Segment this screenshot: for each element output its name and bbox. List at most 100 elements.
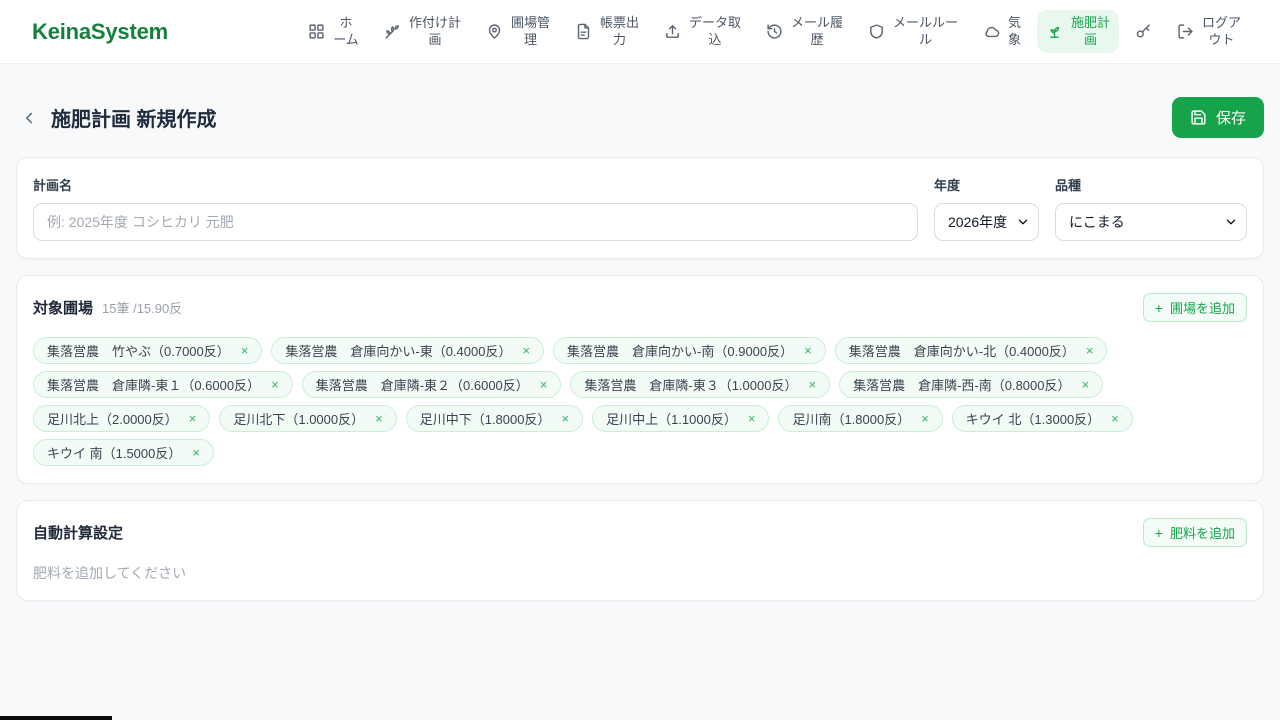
history-icon — [767, 24, 782, 39]
nav-item-report-output[interactable]: 帳票出力 — [566, 10, 648, 53]
nav-item-label: メールルール — [893, 14, 959, 47]
field-tag: キウイ 北（1.3000反） × — [951, 405, 1133, 432]
field-tag-label: 足川北下（1.0000反） — [233, 412, 365, 427]
grid-icon — [309, 24, 324, 39]
add-fertilizer-button[interactable]: + 肥料を追加 — [1142, 518, 1247, 547]
add-field-button-label: 圃場を追加 — [1169, 301, 1235, 316]
plus-icon: + — [1154, 524, 1163, 541]
nav-item-planting-plan[interactable]: 作付け計画 — [375, 10, 470, 53]
field-tag: キウイ 南（1.5000反） × — [33, 439, 214, 466]
remove-field-button[interactable]: × — [271, 378, 279, 391]
remove-field-button[interactable]: × — [189, 412, 197, 425]
field-tag-label: 集落営農 竹やぶ（0.7000反） — [47, 344, 230, 359]
remove-field-button[interactable]: × — [192, 446, 200, 459]
nav-item-label: 帳票出力 — [600, 14, 640, 47]
nav-item-data-import[interactable]: データ取込 — [655, 10, 750, 53]
field-tag-label: 足川北上（2.0000反） — [47, 412, 178, 427]
field-tag-label: 足川中下（1.8000反） — [419, 412, 551, 427]
field-tag: 足川中上（1.1000反） × — [592, 405, 770, 432]
nav-item-label: 圃場管理 — [511, 14, 551, 47]
year-select[interactable]: 2026年度 — [934, 203, 1039, 241]
remove-field-button[interactable]: × — [540, 378, 548, 391]
upload-icon — [666, 25, 679, 38]
remove-field-button[interactable]: × — [748, 412, 756, 425]
nav-item-label: 施肥計画 — [1071, 14, 1111, 47]
year-label: 年度 — [934, 178, 961, 193]
nav-item-label: データ取込 — [689, 14, 742, 47]
map-pin-icon — [488, 24, 501, 39]
field-tag: 集落営農 倉庫向かい-北（0.4000反） × — [834, 337, 1108, 364]
logout-icon — [1178, 24, 1193, 39]
field-tag: 足川南（1.8000反） × — [778, 405, 943, 432]
year-group: 年度 2026年度 — [934, 175, 1039, 241]
field-tag-label: キウイ 南（1.5000反） — [47, 446, 182, 461]
field-tag: 集落営農 竹やぶ（0.7000反） × — [33, 337, 263, 364]
save-icon — [1191, 110, 1206, 125]
remove-field-button[interactable]: × — [375, 412, 383, 425]
add-fertilizer-button-label: 肥料を追加 — [1169, 526, 1235, 541]
remove-field-button[interactable]: × — [1086, 344, 1094, 357]
nav-item-label: ログアウト — [1202, 14, 1242, 47]
empty-state-text: 肥料を追加してください — [33, 565, 187, 581]
nav-item-weather[interactable]: 気象 — [974, 10, 1030, 53]
field-tag-label: 足川中上（1.1000反） — [606, 412, 737, 427]
plan-name-input[interactable] — [33, 203, 918, 241]
nav-item-home[interactable]: ホーム — [299, 10, 368, 53]
nav-item-field-management[interactable]: 圃場管理 — [477, 10, 559, 53]
field-tag-label: キウイ 北（1.3000反） — [965, 412, 1101, 427]
plan-name-group: 計画名 — [33, 175, 918, 241]
nav-item-label: メール履歴 — [791, 14, 844, 47]
remove-field-button[interactable]: × — [1081, 378, 1089, 391]
save-button-label: 保存 — [1215, 110, 1246, 127]
remove-field-button[interactable]: × — [804, 344, 812, 357]
field-tag-label: 集落営農 倉庫隣-東３（1.0000反） — [584, 378, 798, 393]
plan-form-card: 計画名 年度 2026年度 品種 にこまる — [16, 157, 1264, 259]
field-tag: 足川中下（1.8000反） × — [405, 405, 584, 432]
auto-calc-card: 自動計算設定 + 肥料を追加 肥料を追加してください — [16, 500, 1264, 601]
wheat-icon — [385, 25, 399, 39]
add-field-button[interactable]: + 圃場を追加 — [1142, 293, 1247, 322]
main-content: 施肥計画 新規作成 保存 計画名 年度 2026年度 — [0, 97, 1280, 601]
key-icon — [1136, 24, 1150, 38]
field-tag: 集落営農 倉庫向かい-南（0.9000反） × — [553, 337, 826, 364]
bottom-edge-bar — [0, 716, 112, 720]
field-tag: 足川北下（1.0000反） × — [219, 405, 397, 432]
remove-field-button[interactable]: × — [241, 344, 249, 357]
field-tag-label: 集落営農 倉庫隣-東１（0.6000反） — [47, 378, 261, 393]
variety-label: 品種 — [1055, 178, 1082, 193]
nav-item-label: 気象 — [1008, 14, 1022, 47]
brand-logo: KeinaSystem — [32, 18, 168, 44]
fields-section-title: 対象圃場 — [33, 300, 94, 317]
remove-field-button[interactable]: × — [561, 412, 569, 425]
remove-field-button[interactable]: × — [1111, 412, 1119, 425]
field-tag: 集落営農 倉庫向かい-東（0.4000反） × — [271, 337, 545, 364]
field-tag-label: 集落営農 倉庫向かい-東（0.4000反） — [285, 344, 512, 359]
field-tag: 集落営農 倉庫隣-東２（0.6000反） × — [301, 371, 562, 398]
field-tag: 足川北上（2.0000反） × — [33, 405, 211, 432]
plan-name-label: 計画名 — [33, 178, 73, 193]
page-title: 施肥計画 新規作成 — [51, 109, 217, 131]
back-button[interactable] — [16, 105, 42, 131]
plus-icon: + — [1154, 299, 1163, 316]
key-button[interactable] — [1126, 15, 1161, 48]
auto-calc-title: 自動計算設定 — [33, 525, 124, 542]
variety-group: 品種 にこまる — [1055, 175, 1247, 241]
nav-item-fertilization-plan[interactable]: 施肥計画 — [1037, 9, 1119, 54]
fields-count: 15筆 /15.90反 — [102, 301, 183, 316]
sprout-icon — [1050, 26, 1060, 38]
nav-item-logout[interactable]: ログアウト — [1168, 10, 1250, 53]
remove-field-button[interactable]: × — [522, 344, 530, 357]
remove-field-button[interactable]: × — [808, 378, 816, 391]
nav-item-mail-history[interactable]: メール履歴 — [757, 10, 852, 53]
nav-item-mail-rules[interactable]: メールルール — [859, 10, 967, 53]
field-tag-label: 集落営農 倉庫隣-東２（0.6000反） — [315, 378, 529, 393]
remove-field-button[interactable]: × — [921, 412, 929, 425]
target-fields-card: 対象圃場 15筆 /15.90反 + 圃場を追加 集落営農 竹やぶ（0.7000… — [16, 275, 1264, 484]
shield-icon — [870, 24, 883, 39]
save-button[interactable]: 保存 — [1171, 97, 1264, 138]
nav-item-label: 作付け計画 — [409, 14, 462, 47]
field-tag: 集落営農 倉庫隣-東１（0.6000反） × — [33, 371, 293, 398]
variety-select[interactable]: にこまる — [1055, 203, 1247, 241]
field-tag-list: 集落営農 竹やぶ（0.7000反） × 集落営農 倉庫向かい-東（0.4000反）… — [33, 337, 1247, 466]
nav-item-label: ホーム — [333, 14, 359, 47]
